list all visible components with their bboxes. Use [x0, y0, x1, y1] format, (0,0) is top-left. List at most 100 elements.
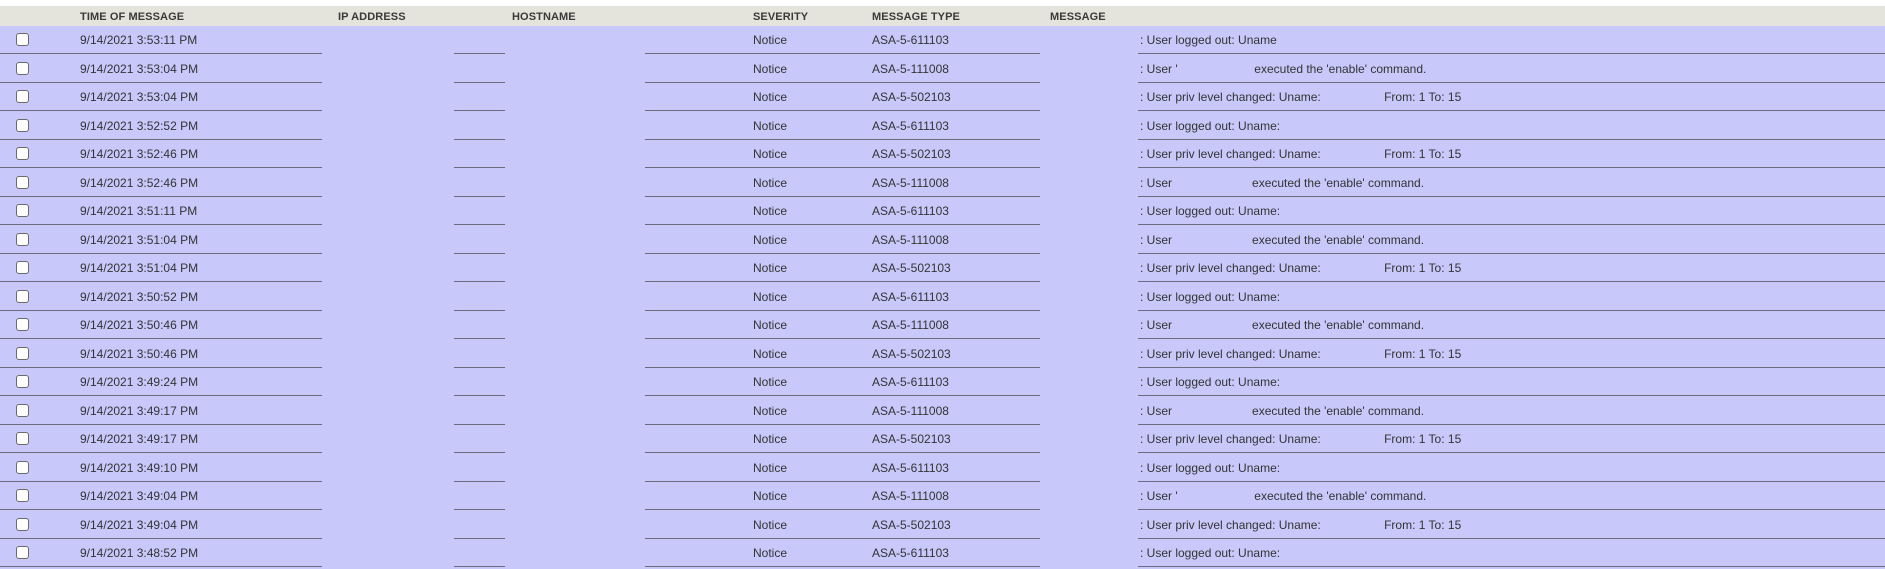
row-checkbox[interactable]: [16, 546, 29, 559]
time-cell: 9/14/2021 3:52:52 PM: [80, 118, 199, 133]
row-checkbox[interactable]: [16, 61, 29, 75]
row-divider: [645, 566, 1040, 567]
column-header-severity[interactable]: SEVERITY: [753, 11, 808, 23]
severity-cell: Notice: [753, 147, 788, 161]
row-checkbox[interactable]: [16, 460, 29, 474]
message-cell: : User executed the 'enable' command.: [1140, 232, 1425, 247]
severity-cell: Notice: [753, 403, 788, 418]
table-row[interactable]: 9/14/2021 3:51:04 PM Notice ASA-5-502103: …: [0, 254, 1885, 283]
message-cell: : User executed the 'enable' command.: [1140, 318, 1425, 332]
column-header-hostname[interactable]: HOSTNAME: [512, 11, 576, 23]
row-checkbox[interactable]: [16, 118, 29, 132]
row-checkbox[interactable]: [16, 517, 29, 531]
row-checkbox[interactable]: [16, 403, 29, 417]
row-checkbox[interactable]: [16, 432, 29, 445]
table-row[interactable]: 9/14/2021 3:50:46 PM Notice ASA-5-111008: …: [0, 311, 1885, 340]
message-cell: : User priv level changed: Uname: From: …: [1140, 147, 1462, 161]
table-row[interactable]: 9/14/2021 3:50:52 PM Notice ASA-5-611103: …: [0, 283, 1885, 312]
severity-cell: Notice: [753, 232, 788, 247]
row-checkbox[interactable]: [16, 261, 29, 274]
time-cell: 9/14/2021 3:53:11 PM: [80, 33, 198, 47]
message-cell: : User priv level changed: Uname: From: …: [1140, 346, 1462, 361]
message-cell: : User logged out: Uname:: [1140, 375, 1281, 389]
table-row[interactable]: 9/14/2021 3:49:04 PM Notice ASA-5-502103: …: [0, 511, 1885, 540]
log-table: 9/14/2021 3:53:11 PM Notice ASA-5-611103 : …: [0, 26, 1885, 569]
message-cell: : User priv level changed: Uname: From: …: [1140, 90, 1462, 104]
message-cell: : User priv level changed: Uname: From: …: [1140, 261, 1462, 275]
time-cell: 9/14/2021 3:48:52 PM: [80, 546, 199, 560]
message-type-cell: ASA-5-502103: [872, 147, 951, 161]
row-checkbox[interactable]: [16, 175, 29, 189]
table-row[interactable]: 9/14/2021 3:49:17 PM Notice ASA-5-502103: …: [0, 425, 1885, 454]
time-cell: 9/14/2021 3:53:04 PM: [80, 61, 199, 76]
severity-cell: Notice: [753, 61, 788, 76]
severity-cell: Notice: [753, 375, 788, 389]
table-row[interactable]: 9/14/2021 3:51:04 PM Notice ASA-5-111008 : …: [0, 226, 1885, 255]
table-row[interactable]: 9/14/2021 3:49:10 PM Notice ASA-5-611103: …: [0, 454, 1885, 483]
row-checkbox[interactable]: [16, 375, 29, 388]
column-header-message[interactable]: MESSAGE: [1050, 11, 1106, 23]
table-row[interactable]: 9/14/2021 3:53:04 PM Notice ASA-5-111008: …: [0, 55, 1885, 84]
table-row[interactable]: 9/14/2021 3:51:11 PM Notice ASA-5-611103: …: [0, 197, 1885, 226]
severity-cell: Notice: [753, 118, 788, 133]
row-checkbox[interactable]: [16, 33, 29, 46]
time-cell: 9/14/2021 3:49:24 PM: [80, 375, 199, 389]
table-row[interactable]: 9/14/2021 3:53:04 PM Notice ASA-5-502103: …: [0, 83, 1885, 112]
table-row[interactable]: 9/14/2021 3:49:17 PM Notice ASA-5-111008: …: [0, 397, 1885, 426]
time-cell: 9/14/2021 3:50:46 PM: [80, 318, 199, 332]
table-row[interactable]: 9/14/2021 3:52:46 PM Notice ASA-5-502103: …: [0, 140, 1885, 169]
table-header: TIME OF MESSAGE IP ADDRESS HOSTNAME SEVE…: [0, 6, 1885, 26]
time-cell: 9/14/2021 3:49:04 PM: [80, 489, 199, 503]
message-type-cell: ASA-5-611103: [872, 118, 949, 133]
message-type-cell: ASA-5-611103: [872, 289, 949, 304]
row-checkbox[interactable]: [16, 289, 29, 303]
time-cell: 9/14/2021 3:50:46 PM: [80, 346, 199, 361]
time-cell: 9/14/2021 3:50:52 PM: [80, 289, 199, 304]
time-cell: 9/14/2021 3:49:10 PM: [80, 460, 199, 475]
column-header-ip-address[interactable]: IP ADDRESS: [338, 11, 406, 23]
time-cell: 9/14/2021 3:51:04 PM: [80, 232, 199, 247]
message-cell: : User executed the 'enable' command.: [1140, 175, 1425, 190]
row-checkbox[interactable]: [16, 232, 29, 246]
table-row[interactable]: 9/14/2021 3:52:52 PM Notice ASA-5-611103: …: [0, 112, 1885, 141]
row-checkbox[interactable]: [16, 489, 29, 502]
row-checkbox[interactable]: [16, 204, 29, 217]
time-cell: 9/14/2021 3:49:17 PM: [80, 403, 199, 418]
table-row[interactable]: 9/14/2021 3:48:52 PM Notice ASA-5-611103: …: [0, 539, 1885, 568]
row-checkbox[interactable]: [16, 346, 29, 360]
time-cell: 9/14/2021 3:51:04 PM: [80, 261, 199, 275]
message-type-cell: ASA-5-111008: [872, 403, 949, 418]
message-cell: : User logged out: Uname:: [1140, 204, 1281, 218]
row-divider: [1138, 566, 1885, 567]
severity-cell: Notice: [753, 318, 788, 332]
message-cell: : User priv level changed: Uname: From: …: [1140, 517, 1462, 532]
time-cell: 9/14/2021 3:49:04 PM: [80, 517, 199, 532]
message-type-cell: ASA-5-111008: [872, 175, 949, 190]
message-type-cell: ASA-5-611103: [872, 546, 949, 560]
table-row[interactable]: 9/14/2021 3:50:46 PM Notice ASA-5-502103: …: [0, 340, 1885, 369]
table-row[interactable]: 9/14/2021 3:52:46 PM Notice ASA-5-111008: …: [0, 169, 1885, 198]
row-checkbox[interactable]: [16, 318, 29, 331]
time-cell: 9/14/2021 3:49:17 PM: [80, 432, 199, 446]
table-row[interactable]: 9/14/2021 3:49:04 PM Notice ASA-5-111008: …: [0, 482, 1885, 511]
message-type-cell: ASA-5-502103: [872, 261, 951, 275]
message-type-cell: ASA-5-502103: [872, 346, 951, 361]
severity-cell: Notice: [753, 90, 788, 104]
row-checkbox[interactable]: [16, 147, 29, 160]
message-cell: : User logged out: Uname: [1140, 33, 1277, 47]
message-type-cell: ASA-5-502103: [872, 432, 951, 446]
message-cell: : User logged out: Uname:: [1140, 460, 1281, 475]
table-row[interactable]: 9/14/2021 3:49:24 PM Notice ASA-5-611103: …: [0, 368, 1885, 397]
column-header-time[interactable]: TIME OF MESSAGE: [80, 11, 184, 23]
message-type-cell: ASA-5-111008: [872, 61, 949, 76]
table-row[interactable]: 9/14/2021 3:53:11 PM Notice ASA-5-611103: …: [0, 26, 1885, 55]
row-divider: [454, 566, 505, 567]
message-type-cell: ASA-5-111008: [872, 232, 949, 247]
message-cell: : User ' executed the 'enable' command.: [1140, 489, 1427, 503]
column-header-message-type[interactable]: MESSAGE TYPE: [872, 11, 960, 23]
severity-cell: Notice: [753, 175, 788, 190]
severity-cell: Notice: [753, 460, 788, 475]
message-type-cell: ASA-5-502103: [872, 90, 951, 104]
row-checkbox[interactable]: [16, 90, 29, 103]
severity-cell: Notice: [753, 432, 788, 446]
